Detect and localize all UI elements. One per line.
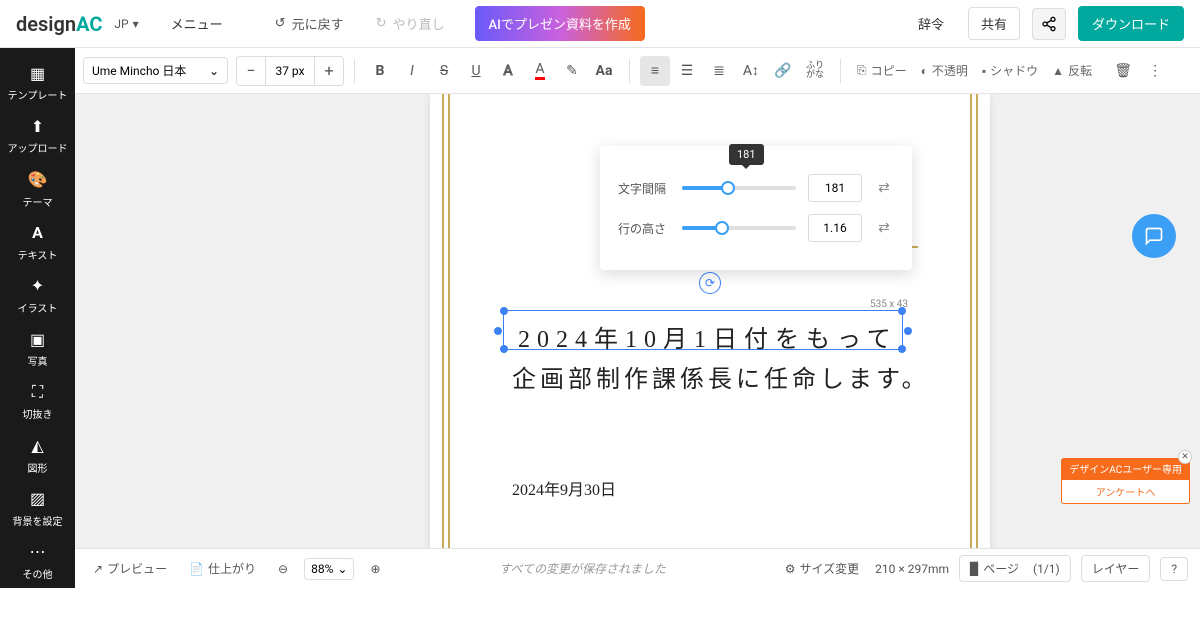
language-selector[interactable]: JP ▾	[114, 17, 138, 31]
underline-button[interactable]: U	[461, 56, 491, 86]
line-height-input[interactable]	[808, 214, 862, 242]
char-spacing-reset[interactable]: ⇄	[874, 178, 894, 198]
help-button[interactable]: ?	[1160, 557, 1188, 581]
font-size-group: − +	[236, 56, 344, 86]
sidebar: ▦テンプレート ⬆アップロード 🎨テーマ Aテキスト ✦イラスト ▣写真 ⛶切抜…	[0, 48, 75, 588]
background-icon: ▨	[28, 489, 48, 509]
image-icon: ▣	[28, 329, 48, 349]
flip-button[interactable]: ▲ 反転	[1046, 62, 1098, 79]
resize-handle-tl[interactable]	[500, 307, 508, 315]
dots-icon: ⋯	[28, 542, 48, 562]
document-date[interactable]: 2024年9月30日	[512, 476, 616, 500]
sidebar-item-cutout[interactable]: ⛶切抜き	[0, 375, 75, 428]
zoom-in-button[interactable]: ⊕	[364, 558, 386, 580]
crop-icon: ⛶	[28, 382, 48, 402]
font-selector[interactable]: Ume Mincho 日本⌄	[83, 57, 228, 84]
template-icon: ▦	[28, 63, 48, 83]
logo: designAC	[16, 12, 102, 36]
line-height-slider[interactable]	[682, 218, 796, 238]
resize-handle-tr[interactable]	[898, 307, 906, 315]
sidebar-item-shape[interactable]: ◭図形	[0, 428, 75, 481]
resize-handle-r[interactable]	[904, 327, 912, 335]
shape-icon: ◭	[28, 436, 48, 456]
text-color-button[interactable]: A	[525, 56, 555, 86]
share-button[interactable]: 共有	[968, 7, 1020, 40]
decrease-size-button[interactable]: −	[237, 57, 265, 85]
spacing-popover: 文字間隔 181 ⇄ 行の高さ ⇄	[600, 146, 912, 270]
canvas[interactable]: 山田 二郎 殿 ⟳ 535 x 43 2024年10月1日付をもって 企画部制作…	[75, 94, 1200, 548]
strikethrough-button[interactable]: S	[429, 56, 459, 86]
resize-handle-l[interactable]	[494, 327, 502, 335]
survey-header: デザインACユーザー専用✕	[1061, 458, 1190, 479]
zoom-out-button[interactable]: ⊖	[272, 558, 294, 580]
align-button[interactable]: ≡	[640, 56, 670, 86]
sidebar-item-illust[interactable]: ✦イラスト	[0, 269, 75, 322]
survey-link[interactable]: アンケートへ	[1061, 479, 1190, 504]
survey-close-button[interactable]: ✕	[1178, 450, 1192, 464]
chat-fab[interactable]	[1132, 214, 1176, 258]
increase-size-button[interactable]: +	[315, 57, 343, 85]
font-size-input[interactable]	[265, 57, 315, 85]
bottom-bar: ↗ プレビュー 📄 仕上がり ⊖ 88% ⌄ ⊕ すべての変更が保存されました …	[75, 548, 1200, 588]
char-spacing-slider[interactable]: 181	[682, 178, 796, 198]
download-button[interactable]: ダウンロード	[1078, 6, 1184, 41]
slider-tooltip: 181	[729, 144, 764, 165]
preview-button[interactable]: ↗ プレビュー	[87, 556, 173, 581]
rotate-handle[interactable]: ⟳	[699, 272, 721, 294]
sidebar-item-photo[interactable]: ▣写真	[0, 322, 75, 375]
sidebar-item-background[interactable]: ▨背景を設定	[0, 482, 75, 535]
vertical-text-button[interactable]: A↕	[736, 56, 766, 86]
sparkle-icon: ✦	[28, 276, 48, 296]
chat-icon	[1144, 226, 1164, 246]
sidebar-item-other[interactable]: ⋯その他	[0, 535, 75, 588]
resize-handle-br[interactable]	[898, 345, 906, 353]
copy-button[interactable]: ⎘ コピー	[851, 62, 913, 79]
ruby-button[interactable]: ふりがな	[800, 56, 830, 86]
delete-button[interactable]: 🗑	[1108, 56, 1138, 86]
zoom-selector[interactable]: 88% ⌄	[304, 558, 354, 580]
canvas-dimensions: 210 × 297mm	[875, 562, 949, 576]
text-toolbar: Ume Mincho 日本⌄ − + B I S U A A ✎ Aa ≡ ☰ …	[75, 48, 1200, 94]
finish-button[interactable]: 📄 仕上がり	[183, 556, 262, 581]
link-button[interactable]: 🔗	[768, 56, 798, 86]
save-status: すべての変更が保存されました	[499, 560, 666, 577]
char-spacing-label: 文字間隔	[618, 180, 670, 197]
font-outline-button[interactable]: A	[493, 56, 523, 86]
sidebar-item-template[interactable]: ▦テンプレート	[0, 56, 75, 109]
opacity-button[interactable]: ◐ 不透明	[915, 62, 974, 79]
page-selector[interactable]: ▉ ページ (1/1)	[959, 555, 1071, 582]
resize-handle-bl[interactable]	[500, 345, 508, 353]
highlight-button[interactable]: ✎	[557, 56, 587, 86]
dictionary-button[interactable]: 辞令	[906, 8, 956, 39]
line-height-reset[interactable]: ⇄	[874, 218, 894, 238]
share-icon	[1041, 16, 1057, 32]
shadow-button[interactable]: ▪ シャドウ	[976, 62, 1044, 79]
redo-button[interactable]: ↻ やり直し	[366, 8, 455, 39]
ai-generate-button[interactable]: AIでプレゼン資料を作成	[475, 6, 645, 41]
text-icon: A	[28, 223, 48, 243]
line-spacing-button[interactable]: ≣	[704, 56, 734, 86]
layer-button[interactable]: レイヤー	[1081, 555, 1151, 582]
sidebar-item-text[interactable]: Aテキスト	[0, 216, 75, 269]
sidebar-item-upload[interactable]: ⬆アップロード	[0, 109, 75, 162]
upload-icon: ⬆	[28, 116, 48, 136]
text-line-2[interactable]: 企画部制作課係長に任命します。	[512, 359, 930, 394]
text-case-button[interactable]: Aa	[589, 56, 619, 86]
more-button[interactable]: ⋮	[1140, 56, 1170, 86]
bold-button[interactable]: B	[365, 56, 395, 86]
char-spacing-input[interactable]	[808, 174, 862, 202]
undo-button[interactable]: ↺ 元に戻す	[265, 8, 354, 39]
line-height-label: 行の高さ	[618, 220, 670, 237]
palette-icon: 🎨	[28, 170, 48, 190]
menu-label[interactable]: メニュー	[171, 14, 223, 33]
list-button[interactable]: ☰	[672, 56, 702, 86]
survey-widget: デザインACユーザー専用✕ アンケートへ	[1061, 458, 1190, 504]
sidebar-item-theme[interactable]: 🎨テーマ	[0, 162, 75, 215]
italic-button[interactable]: I	[397, 56, 427, 86]
resize-button[interactable]: ⚙ サイズ変更	[779, 556, 865, 581]
text-line-1[interactable]: 2024年10月1日付をもって	[518, 319, 898, 354]
share-icon-button[interactable]	[1032, 8, 1066, 40]
